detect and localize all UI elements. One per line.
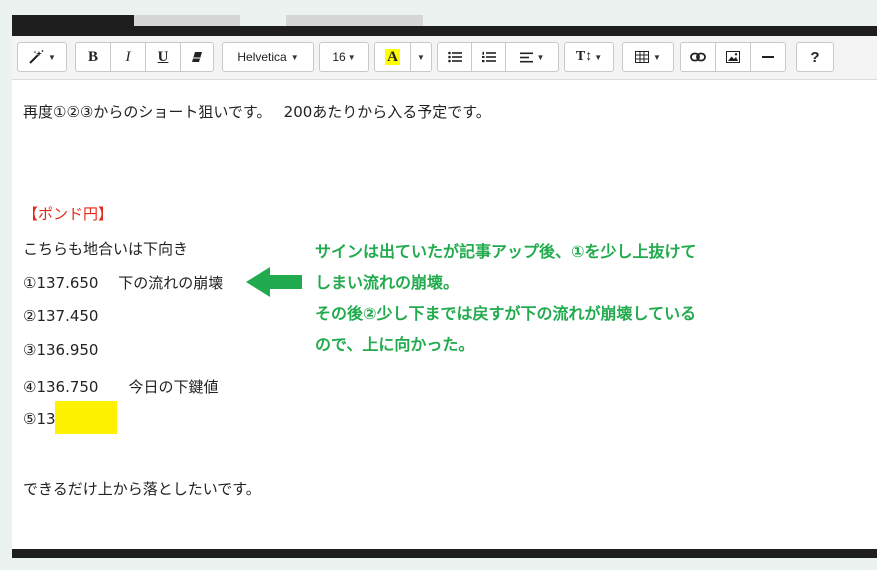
help-button[interactable]: ? bbox=[797, 43, 833, 71]
bullet-list-icon bbox=[447, 51, 462, 63]
level-4-text: ④136.750 今日の下鍵値 bbox=[23, 378, 219, 396]
insert-image-button[interactable] bbox=[716, 43, 751, 71]
font-size-dropdown[interactable]: 16 ▼ bbox=[320, 43, 368, 71]
chevron-down-icon: ▼ bbox=[48, 52, 56, 62]
editor-frame: ▼ B I U Helvetica ▼ 16 ▼ A ▼ ▼ T↕ ▼ ▼ ? … bbox=[12, 26, 877, 558]
chevron-down-icon: ▼ bbox=[347, 52, 356, 62]
font-family-dropdown[interactable]: Helvetica ▼ bbox=[223, 43, 313, 71]
table-group: ▼ bbox=[622, 42, 674, 72]
text-size-group: T↕ ▼ bbox=[564, 42, 614, 72]
chevron-down-icon: ▼ bbox=[536, 52, 545, 62]
tab-3[interactable] bbox=[286, 15, 423, 26]
tab-active[interactable] bbox=[12, 15, 134, 26]
numbered-list-icon bbox=[481, 51, 496, 63]
magic-wand-icon bbox=[29, 50, 44, 64]
table-icon bbox=[635, 51, 650, 63]
chevron-down-icon: ▼ bbox=[653, 52, 661, 62]
editor-content[interactable]: 再度①②③からのショート狙いです。 200あたりから入る予定です。 【ポンド円】… bbox=[12, 80, 877, 549]
annotation-line-2: しまい流れの崩壊。 bbox=[315, 273, 460, 292]
horizontal-rule-button[interactable] bbox=[751, 43, 785, 71]
trend-text: こちらも地合いは下向き bbox=[23, 240, 189, 258]
section-heading: 【ポンド円】 bbox=[23, 205, 114, 223]
help-group: ? bbox=[796, 42, 834, 72]
insert-group bbox=[680, 42, 786, 72]
link-icon bbox=[690, 52, 706, 62]
horizontal-rule-icon bbox=[762, 56, 774, 58]
numbered-list-button[interactable] bbox=[472, 43, 506, 71]
bullet-list-button[interactable] bbox=[438, 43, 472, 71]
magic-style-button[interactable]: ▼ bbox=[18, 43, 66, 71]
font-size-group: 16 ▼ bbox=[319, 42, 369, 72]
highlight-color-dropdown[interactable]: ▼ bbox=[411, 43, 431, 71]
style-group: ▼ bbox=[17, 42, 67, 72]
align-icon bbox=[519, 52, 533, 62]
highlight-group: A ▼ bbox=[374, 42, 432, 72]
bold-button[interactable]: B bbox=[76, 43, 111, 71]
closing-text: できるだけ上から落としたいです。 bbox=[23, 480, 261, 498]
annotation-line-1: サインは出ていたが記事アップ後、①を少し上抜けて bbox=[315, 242, 697, 261]
underline-button[interactable]: U bbox=[146, 43, 181, 71]
font-family-value: Helvetica bbox=[237, 50, 287, 64]
font-size-value: 16 bbox=[332, 50, 346, 64]
level-1-text: ①137.650 下の流れの崩壊 bbox=[23, 274, 224, 292]
text-size-dropdown[interactable]: T↕ ▼ bbox=[565, 43, 613, 71]
level-5-text: ⑤13 bbox=[23, 410, 56, 428]
annotation-line-4: ので、上に向かった。 bbox=[315, 335, 475, 354]
italic-button[interactable]: I bbox=[111, 43, 146, 71]
tab-2[interactable] bbox=[134, 15, 240, 26]
editor-toolbar: ▼ B I U Helvetica ▼ 16 ▼ A ▼ ▼ T↕ ▼ ▼ ? bbox=[12, 36, 877, 80]
yellow-redaction-block bbox=[55, 401, 117, 434]
format-group: B I U bbox=[75, 42, 214, 72]
table-dropdown[interactable]: ▼ bbox=[623, 43, 673, 71]
annotation-line-3: その後②少し下までは戻すが下の流れが崩壊している bbox=[315, 304, 697, 323]
clear-format-button[interactable] bbox=[181, 43, 213, 71]
insert-link-button[interactable] bbox=[681, 43, 716, 71]
highlight-color-button[interactable]: A bbox=[375, 43, 411, 71]
level-2-text: ②137.450 bbox=[23, 307, 99, 325]
tab-strip bbox=[0, 0, 877, 26]
image-icon bbox=[726, 51, 740, 63]
highlight-letter: A bbox=[385, 49, 400, 65]
align-dropdown[interactable]: ▼ bbox=[506, 43, 558, 71]
text-size-label: T↕ bbox=[575, 49, 593, 64]
green-arrow-icon bbox=[246, 267, 302, 297]
eraser-icon bbox=[192, 52, 202, 62]
font-family-group: Helvetica ▼ bbox=[222, 42, 314, 72]
level-3-text: ③136.950 bbox=[23, 341, 99, 359]
intro-text: 再度①②③からのショート狙いです。 200あたりから入る予定です。 bbox=[23, 103, 491, 121]
chevron-down-icon: ▼ bbox=[417, 52, 425, 62]
chevron-down-icon: ▼ bbox=[594, 52, 603, 62]
paragraph-group: ▼ bbox=[437, 42, 559, 72]
chevron-down-icon: ▼ bbox=[290, 52, 299, 62]
